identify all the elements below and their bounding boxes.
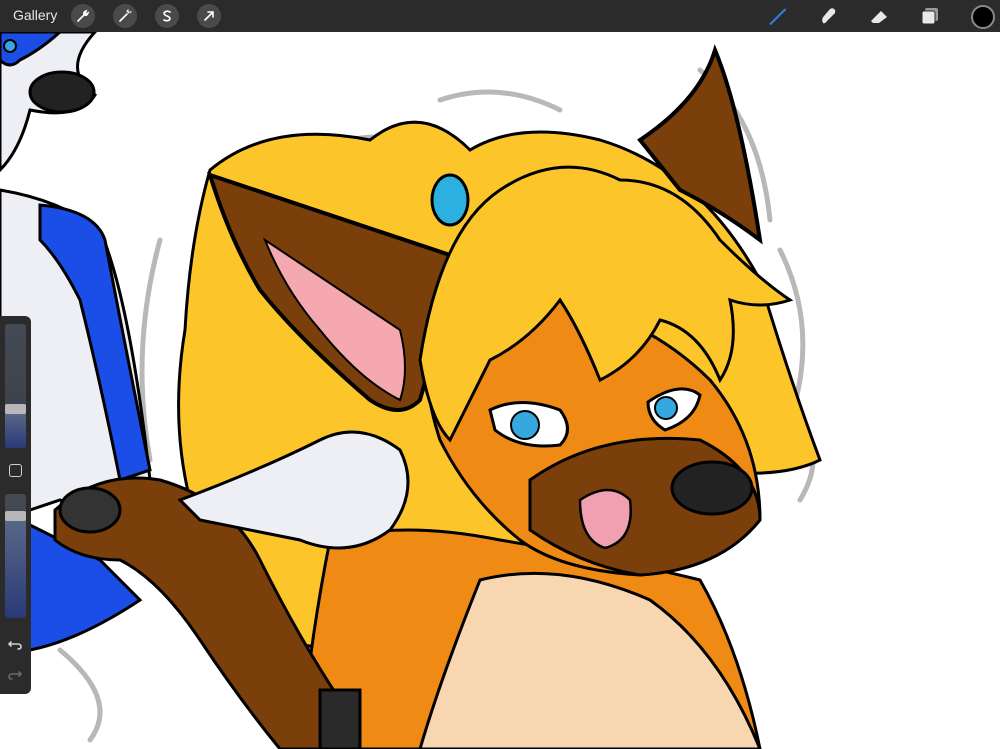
eraser-icon[interactable] [868,5,890,27]
brush-size-thumb[interactable] [5,403,26,414]
selection-s-icon[interactable] [155,4,179,28]
smudge-icon[interactable] [817,5,839,27]
adjustments-wand-icon[interactable] [113,4,137,28]
actions-wrench-icon[interactable] [71,4,95,28]
opacity-thumb[interactable] [5,511,26,522]
gallery-button[interactable]: Gallery [13,7,57,23]
modify-button[interactable] [9,464,22,477]
redo-icon[interactable] [7,666,23,682]
layers-icon[interactable] [919,5,941,27]
nose [670,460,754,516]
left-iris [510,410,540,440]
undo-icon[interactable] [7,636,23,652]
left-sidebar [0,316,31,694]
brush-icon[interactable] [766,5,788,27]
brush-size-fill [5,410,26,448]
opacity-fill [5,512,26,618]
right-iris [654,396,678,420]
drawing-canvas[interactable] [0,32,1000,749]
top-toolbar: Gallery [0,0,1000,32]
ponytail-tie [430,173,470,227]
paw-pads [58,486,122,534]
current-color-button[interactable] [971,5,995,29]
wristband [318,688,362,749]
transform-arrow-icon[interactable] [197,4,221,28]
brush-size-slider[interactable] [5,324,26,448]
opacity-slider[interactable] [5,494,26,618]
